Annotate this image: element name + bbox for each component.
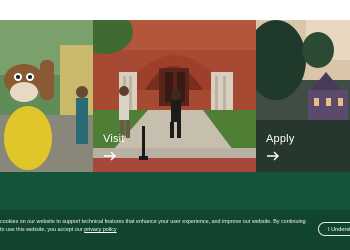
top-white-strip xyxy=(0,0,350,20)
apply-tile-title[interactable]: Apply xyxy=(266,133,295,145)
arrow-right-icon[interactable] xyxy=(266,150,280,162)
visit-tile[interactable]: Visit xyxy=(93,20,256,172)
arrow-right-icon[interactable] xyxy=(103,150,117,162)
cookie-accept-button[interactable]: I Underst xyxy=(318,222,350,236)
mascot-photo xyxy=(0,20,93,172)
cookie-banner-message: cookies on our website to support techni… xyxy=(0,219,306,233)
mascot-photo-tile[interactable] xyxy=(0,20,93,172)
privacy-policy-link[interactable]: privacy policy xyxy=(84,227,116,233)
apply-tile[interactable]: Apply xyxy=(256,20,350,172)
cookie-banner-text: cookies on our website to support techni… xyxy=(0,218,310,234)
visit-tile-title[interactable]: Visit xyxy=(103,133,125,145)
campus-building-photo xyxy=(93,20,256,172)
